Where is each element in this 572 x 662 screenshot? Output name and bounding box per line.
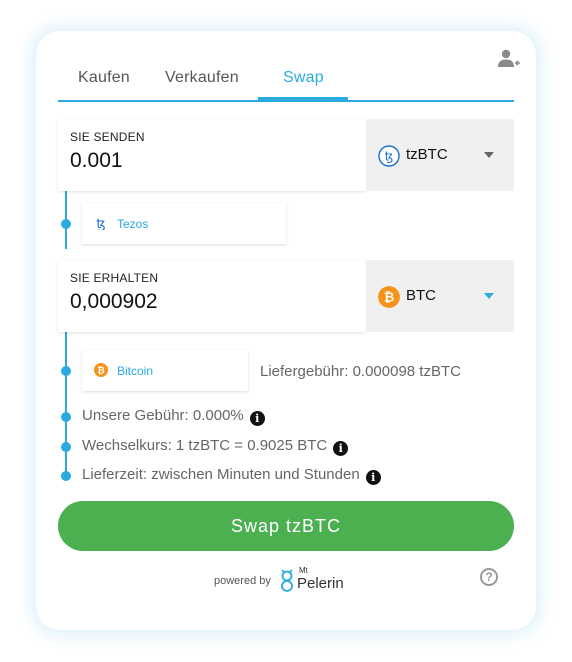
timeline-dot [61,219,71,229]
tabs-divider [58,100,514,102]
send-label: SIE SENDEN [70,130,145,144]
tab-kaufen[interactable]: Kaufen [78,69,130,87]
receive-network-chip: ₿ Bitcoin [82,350,248,391]
timeline-dot [61,442,71,452]
svg-text:₿: ₿ [384,291,395,306]
timeline-dot [61,366,71,376]
timeline-dot [61,412,71,422]
info-icon[interactable]: i [249,411,265,426]
bitcoin-icon: ₿ [378,286,400,308]
tab-bar: Kaufen Verkaufen Swap [58,61,514,102]
timeline-dot [61,471,71,481]
tzbtc-icon: ꜩ [378,145,400,167]
send-network-chip: ꜩ Tezos [82,203,286,244]
receive-label: SIE ERHALTEN [70,271,159,285]
delivery-fee: Liefergebühr: 0.000098 tzBTC [260,363,461,380]
timeline-line-bottom [65,332,67,476]
send-network-label: Tezos [117,217,149,231]
send-amount-value[interactable]: 0.001 [70,149,123,173]
swap-button[interactable]: Swap tzBTC [58,501,514,551]
bitcoin-icon: ₿ [94,363,108,377]
swap-widget-card: Kaufen Verkaufen Swap SIE SENDEN 0.001 ꜩ… [36,31,536,630]
brand-mt: Mt [299,566,308,575]
exchange-rate-text: Wechselkurs: 1 tzBTC = 0.9025 BTC [82,437,328,454]
chevron-down-icon [484,293,494,299]
powered-by-text: powered by [214,575,271,587]
help-icon[interactable]: ? [480,568,498,586]
brand-name: Pelerin [297,575,344,592]
tab-swap[interactable]: Swap [283,69,324,87]
chevron-down-icon [484,152,494,158]
tezos-icon: ꜩ [96,217,105,230]
svg-text:ꜩ: ꜩ [385,150,394,164]
send-currency-label: tzBTC [406,146,448,163]
info-icon[interactable]: i [365,470,381,485]
our-fee-row: Unsere Gebühr: 0.000% i [82,407,265,426]
receive-currency-label: BTC [406,287,436,304]
delivery-time-text: Lieferzeit: zwischen Minuten und Stunden [82,466,360,483]
tab-verkaufen[interactable]: Verkaufen [165,69,239,87]
info-icon[interactable]: i [333,441,349,456]
svg-text:₿: ₿ [97,366,104,377]
receive-currency-select[interactable]: ₿ BTC [366,260,514,332]
exchange-rate-row: Wechselkurs: 1 tzBTC = 0.9025 BTC i [82,437,349,456]
delivery-time-row: Lieferzeit: zwischen Minuten und Stunden… [82,466,381,485]
receive-network-label: Bitcoin [117,364,154,378]
send-currency-select[interactable]: ꜩ tzBTC [366,119,514,191]
our-fee-text: Unsere Gebühr: 0.000% [82,407,244,424]
send-amount-field[interactable]: SIE SENDEN 0.001 [58,119,366,191]
svg-text:ꜩ: ꜩ [96,217,105,230]
receive-amount-value[interactable]: 0,000902 [70,290,158,314]
receive-amount-field[interactable]: SIE ERHALTEN 0,000902 [58,260,366,332]
mt-pelerin-logo-icon [281,569,293,592]
